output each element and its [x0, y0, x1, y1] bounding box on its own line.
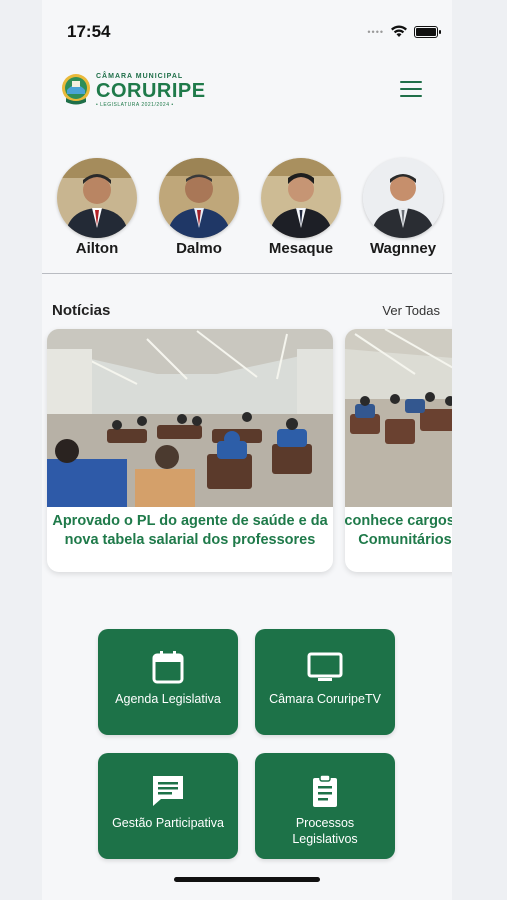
status-icons: •••• [367, 25, 441, 38]
status-time: 17:54 [67, 22, 111, 41]
app-logo[interactable]: CÂMARA MUNICIPAL CORURIPE • LEGISLATURA … [60, 72, 206, 108]
councilor-name: Wagnney [369, 240, 437, 257]
news-headline: Aprovado o PL do agente de saúde e da no… [52, 513, 328, 548]
councilor-item[interactable]: Wagnney [352, 158, 452, 257]
councilor-item[interactable]: Dalmo [148, 158, 250, 257]
tv-icon [307, 652, 343, 681]
avatar [159, 158, 239, 238]
municipal-seal-icon [62, 74, 90, 105]
right-backdrop [452, 0, 507, 900]
news-headline: Câmara reconhece cargos de Agentes Comun… [345, 513, 452, 548]
logo-subtitle: • LEGISLATURA 2021/2024 • [96, 101, 174, 108]
news-photo [345, 329, 452, 507]
avatar [363, 158, 443, 238]
signal-icon: •••• [367, 26, 384, 37]
councilor-item[interactable]: Ailton [46, 158, 148, 257]
section-divider [42, 273, 452, 274]
tile-label: Câmara CoruripeTV [269, 692, 381, 706]
hamburger-menu-icon[interactable] [400, 81, 422, 99]
avatar [57, 158, 137, 238]
left-backdrop [0, 0, 42, 900]
councilor-carousel[interactable]: Ailton Dalmo Mesaque Wagnney [46, 158, 452, 257]
tile-label: Processos Legislativos [292, 816, 358, 846]
tile-label: Agenda Legislativa [115, 692, 221, 706]
councilor-name: Dalmo [176, 240, 222, 257]
home-indicator[interactable] [174, 877, 320, 882]
news-section-title: Notícias [52, 302, 111, 319]
wifi-icon [391, 25, 407, 37]
news-photo [47, 329, 333, 507]
clipboard-icon [313, 774, 337, 807]
tile-label: Gestão Participativa [112, 816, 224, 830]
camara-coruripetv-button[interactable]: Câmara CoruripeTV [255, 629, 395, 735]
app-screen: 17:54 •••• CÂMARA MUNICIPAL CORURIPE • L… [42, 0, 452, 900]
agenda-legislativa-button[interactable]: Agenda Legislativa [98, 629, 238, 735]
logo-caption: CÂMARA MUNICIPAL [96, 72, 184, 80]
logo-title: CORURIPE [96, 79, 206, 102]
chat-icon [153, 776, 183, 806]
avatar [261, 158, 341, 238]
calendar-icon [152, 651, 184, 684]
councilor-item[interactable]: Mesaque [250, 158, 352, 257]
councilor-name: Mesaque [268, 240, 334, 257]
councilor-name: Ailton [75, 240, 119, 257]
battery-icon [414, 25, 441, 38]
processos-legislativos-button[interactable]: Processos Legislativos [255, 753, 395, 859]
news-card[interactable]: Aprovado o PL do agente de saúde e da no… [47, 329, 333, 572]
news-card[interactable]: Câmara reconhece cargos de Agentes Comun… [345, 329, 452, 572]
gestao-participativa-button[interactable]: Gestão Participativa [98, 753, 238, 859]
see-all-news-link[interactable]: Ver Todas [382, 303, 440, 318]
